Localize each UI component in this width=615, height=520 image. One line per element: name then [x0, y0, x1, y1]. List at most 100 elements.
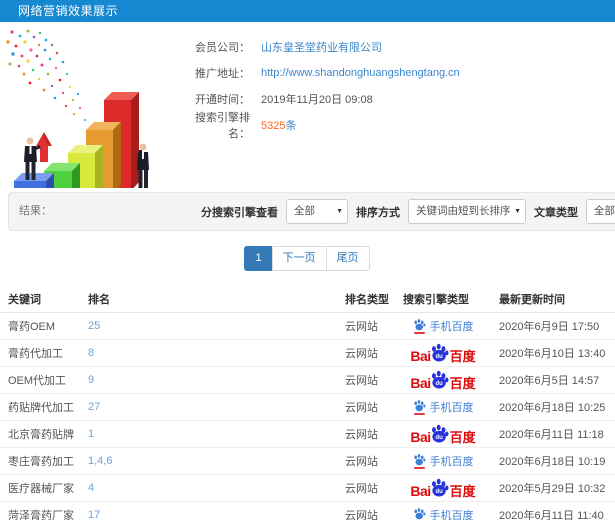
sort-filter-select[interactable]: 关键词由短到长排序 ▼ — [408, 199, 526, 224]
rank-link[interactable]: 17 — [88, 509, 100, 520]
rank-link[interactable]: 4 — [88, 482, 94, 494]
baidu-logo: Bai du 百度 — [410, 343, 476, 363]
baidu-logo-cn: 百度 — [449, 484, 476, 498]
mobile-baidu-paw-icon — [413, 507, 426, 520]
baidu-logo-cn: 百度 — [449, 376, 476, 390]
mobile-baidu-label: 手机百度 — [429, 321, 474, 333]
header-keyword: 关键词 — [8, 293, 41, 306]
table-row: OEM代加工 9 云网站 Bai du 百度 2020年6月5日 14:57 — [0, 367, 615, 394]
rank-type-cell: 云网站 — [345, 348, 378, 360]
chevron-down-icon: ▼ — [514, 208, 521, 215]
rank-cell: 1 — [80, 428, 337, 440]
baidu-logo: Bai du 百度 — [410, 478, 476, 498]
result-label: 结果： — [19, 205, 52, 217]
article-type-value: 全部 — [594, 205, 615, 217]
engine-cell: Bai du 百度 — [395, 424, 491, 444]
rank-cell: 27 — [80, 401, 337, 413]
engine-cell: 手机百度 — [395, 318, 491, 334]
company-label: 会员公司： — [195, 42, 250, 54]
promo-url-link[interactable]: http://www.shandonghuangshengtang.cn — [261, 67, 460, 79]
page-header: 网络营销效果展示 — [0, 0, 615, 22]
rank-type-cell: 云网站 — [345, 321, 378, 333]
keyword-cell: 枣庄膏药加工 — [8, 456, 74, 468]
rank-link[interactable]: 1,4,6 — [88, 455, 112, 467]
engine-filter-select[interactable]: 全部 ▼ — [286, 199, 348, 224]
engine-cell: 手机百度 — [395, 453, 491, 469]
updated-cell: 2020年6月18日 10:19 — [499, 456, 606, 468]
baidu-paw-icon: du — [430, 343, 449, 363]
engine-cell: 手机百度 — [395, 399, 491, 415]
engine-cell: Bai du 百度 — [395, 478, 491, 498]
mobile-baidu-badge: 手机百度 — [413, 453, 474, 469]
header-rank-type: 排名类型 — [345, 293, 389, 306]
rank-link[interactable]: 25 — [88, 320, 100, 332]
updated-cell: 2020年6月10日 13:40 — [499, 348, 606, 360]
rank-unit: 条 — [285, 120, 297, 132]
updated-cell: 2020年5月29日 10:32 — [499, 483, 606, 495]
table-row: 枣庄膏药加工 1,4,6 云网站 手机百度 2020年6月18日 10:19 — [0, 448, 615, 475]
updated-cell: 2020年6月9日 17:50 — [499, 321, 600, 333]
article-type-label: 文章类型 — [534, 206, 578, 219]
engine-filter-value: 全部 — [294, 205, 315, 217]
mobile-baidu-label: 手机百度 — [429, 510, 474, 520]
keyword-cell: OEM代加工 — [8, 375, 67, 387]
table-header-row: 关键词 排名 排名类型 搜索引擎类型 最新更新时间 — [0, 285, 615, 313]
header-engine-type: 搜索引擎类型 — [403, 293, 469, 306]
last-page-button[interactable]: 尾页 — [325, 246, 370, 271]
rank-cell: 25 — [80, 320, 337, 332]
marketing-chart-illustration — [6, 29, 149, 188]
mobile-baidu-paw-icon — [413, 453, 426, 469]
baidu-logo-bai: Bai — [410, 429, 431, 444]
member-info: 会员公司： 山东皇圣堂药业有限公司 推广地址： http://www.shand… — [180, 34, 460, 140]
baidu-logo-du: du — [435, 435, 443, 441]
promo-url-label: 推广地址： — [195, 68, 250, 80]
engine-cell: 手机百度 — [395, 507, 491, 520]
rank-cell: 9 — [80, 374, 337, 386]
sort-filter-label: 排序方式 — [356, 206, 400, 219]
mobile-baidu-badge: 手机百度 — [413, 507, 474, 520]
rank-link[interactable]: 9 — [88, 374, 94, 386]
mobile-baidu-label: 手机百度 — [429, 456, 474, 468]
mobile-baidu-badge: 手机百度 — [413, 399, 474, 415]
baidu-logo-du: du — [435, 489, 443, 495]
rank-type-cell: 云网站 — [345, 429, 378, 441]
company-link[interactable]: 山东皇圣堂药业有限公司 — [261, 39, 382, 55]
keyword-cell: 医疗器械厂家 — [8, 483, 74, 495]
rank-count: 5325 — [261, 120, 286, 132]
red-underline — [413, 413, 425, 415]
rank-type-cell: 云网站 — [345, 375, 378, 387]
updated-cell: 2020年6月11日 11:18 — [499, 429, 604, 441]
keyword-cell: 菏泽膏药厂家 — [8, 510, 74, 520]
baidu-paw-icon: du — [430, 478, 449, 498]
filter-panel: 结果： 分搜索引擎查看 全部 ▼ 排序方式 关键词由短到长排序 ▼ 文章类型 全… — [8, 192, 615, 231]
filter-controls: 分搜索引擎查看 全部 ▼ 排序方式 关键词由短到长排序 ▼ 文章类型 全部 ▼ … — [198, 193, 615, 230]
rank-cell: 8 — [80, 347, 337, 359]
sort-filter-value: 关键词由短到长排序 — [416, 205, 511, 217]
baidu-logo-du: du — [435, 381, 443, 387]
baidu-logo-bai: Bai — [410, 375, 431, 390]
page-1-button[interactable]: 1 — [244, 246, 273, 271]
updated-cell: 2020年6月5日 14:57 — [499, 375, 600, 387]
rank-cell: 4 — [80, 482, 337, 494]
table-row: 北京膏药贴牌 1 云网站 Bai du 百度 2020年6月11日 11:18 — [0, 421, 615, 448]
pagination: 1 下一页 尾页 — [0, 246, 615, 271]
chevron-down-icon: ▼ — [336, 208, 343, 215]
promo-url-row: 推广地址： http://www.shandonghuangshengtang.… — [180, 60, 460, 86]
rank-link[interactable]: 27 — [88, 401, 100, 413]
rank-link[interactable]: 8 — [88, 347, 94, 359]
engine-rank-row: 搜索引擎排名： 5325条 — [180, 112, 460, 140]
table-row: 膏药代加工 8 云网站 Bai du 百度 2020年6月10日 13:40 — [0, 340, 615, 367]
article-type-select[interactable]: 全部 ▼ — [586, 199, 615, 224]
keyword-cell: 北京膏药贴牌 — [8, 429, 74, 441]
keyword-cell: 膏药代加工 — [8, 348, 63, 360]
rank-link[interactable]: 1 — [88, 428, 94, 440]
mobile-baidu-paw-icon — [413, 318, 426, 334]
next-page-button[interactable]: 下一页 — [271, 246, 327, 271]
table-body: 膏药OEM 25 云网站 手机百度 2020年6月9日 17:50 膏药代加工 … — [0, 313, 615, 520]
engine-rank-label: 搜索引擎排名： — [195, 112, 250, 140]
red-underline — [413, 467, 425, 469]
rank-type-cell: 云网站 — [345, 456, 378, 468]
header-updated: 最新更新时间 — [499, 293, 565, 306]
mobile-baidu-label: 手机百度 — [429, 402, 474, 414]
engine-cell: Bai du 百度 — [395, 370, 491, 390]
